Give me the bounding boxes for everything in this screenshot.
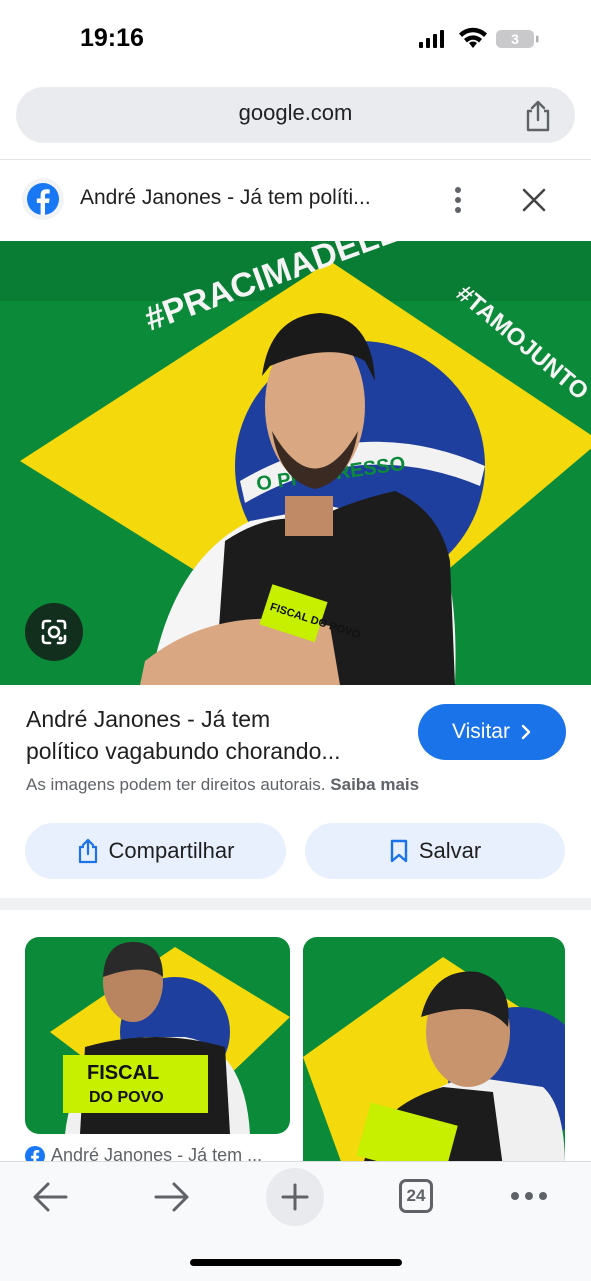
status-time: 19:16 — [80, 24, 144, 52]
battery-icon: 3 — [495, 29, 539, 49]
url-domain: google.com — [238, 100, 353, 125]
result-title-line2: político vagabundo chorando... — [26, 738, 341, 764]
copyright-notice: As imagens podem ter direitos autorais. … — [26, 775, 419, 795]
divider — [0, 159, 591, 160]
google-lens-icon — [41, 619, 67, 645]
more-vert-icon[interactable] — [448, 185, 468, 215]
plus-icon — [281, 1183, 309, 1211]
chevron-right-icon — [521, 724, 531, 740]
share-label: Compartilhar — [108, 838, 235, 863]
lens-search-button[interactable] — [25, 603, 83, 661]
share-button[interactable]: Compartilhar — [25, 823, 286, 879]
battery-level: 3 — [511, 31, 519, 47]
source-title[interactable]: André Janones - Já tem políti... — [80, 186, 410, 210]
forward-icon[interactable] — [152, 1180, 192, 1214]
copyright-text: As imagens podem ter direitos autorais. — [26, 775, 326, 794]
cellular-signal-icon — [419, 30, 444, 48]
tabs-count: 24 — [406, 1186, 426, 1205]
main-image[interactable]: O PROGRESSO #PRACIMADELES #TAMOJUNTO FIS… — [0, 241, 591, 685]
close-icon[interactable] — [520, 186, 548, 214]
bookmark-icon — [390, 839, 408, 863]
thumb1-vest-text: FISCAL — [87, 1062, 159, 1084]
wifi-icon — [459, 27, 487, 48]
source-favicon — [22, 178, 64, 220]
visit-button[interactable]: Visitar — [418, 704, 566, 760]
learn-more-link[interactable]: Saiba mais — [330, 775, 419, 794]
visit-label: Visitar — [452, 720, 510, 743]
result-title-line1: André Janones - Já tem — [26, 706, 271, 732]
thumb1-vest-text-2: DO POVO — [89, 1089, 164, 1106]
share-icon — [78, 838, 97, 864]
share-icon[interactable] — [522, 99, 554, 133]
home-indicator[interactable] — [190, 1259, 402, 1266]
section-divider — [0, 898, 591, 910]
new-tab-button[interactable] — [266, 1168, 324, 1226]
tab-switcher-button[interactable]: 24 — [399, 1179, 433, 1213]
facebook-icon — [27, 183, 59, 215]
more-horiz-icon[interactable] — [509, 1190, 549, 1202]
save-button[interactable]: Salvar — [305, 823, 565, 879]
related-image-2[interactable] — [303, 937, 565, 1167]
save-label: Salvar — [418, 838, 482, 863]
related-image-1[interactable]: FISCAL DO POVO — [25, 937, 290, 1134]
result-title[interactable]: André Janones - Já tem político vagabund… — [26, 703, 406, 767]
back-icon[interactable] — [30, 1180, 70, 1214]
